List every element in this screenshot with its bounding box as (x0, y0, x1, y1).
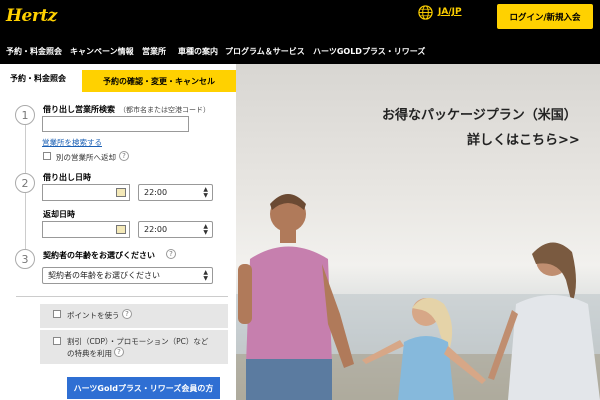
age-select-value: 契約者の年齢をお選びください (48, 271, 160, 280)
discount-label-line1: 割引（CDP）・プロモーション（PC）など (67, 337, 209, 346)
step-connector (25, 193, 26, 249)
return-elsewhere-checkbox[interactable] (43, 152, 51, 160)
tab-reservation-rates[interactable]: 予約・料金照会 (10, 73, 66, 84)
nav-item-reservation[interactable]: 予約・料金照会 (6, 46, 62, 57)
step-3-indicator: 3 (15, 249, 35, 269)
return-time-select[interactable]: 22:00 ▲ ▼ (138, 221, 213, 238)
select-arrows-icon: ▲ ▼ (203, 223, 208, 236)
pickup-date-input[interactable] (42, 184, 130, 201)
main-nav: 予約・料金照会 キャンペーン情報 営業所 車種の案内 プログラム＆サービス ハー… (0, 38, 600, 64)
help-icon[interactable]: ? (166, 249, 176, 259)
use-points-label: ポイントを使う (67, 311, 120, 320)
step-2-indicator: 2 (15, 173, 35, 193)
pickup-location-hint: （都市名または空港コード） (119, 106, 210, 114)
return-time-value: 22:00 (144, 225, 168, 234)
nav-item-programs[interactable]: プログラム＆サービス (225, 46, 305, 57)
calendar-icon[interactable] (116, 225, 126, 234)
return-date-input[interactable] (42, 221, 130, 238)
pickup-location-input[interactable] (42, 116, 189, 132)
login-signup-button[interactable]: ログイン/新規入会 (497, 4, 593, 29)
pickup-location-label: 借り出し営業所検索 （都市名または空港コード） (43, 104, 210, 115)
use-points-checkbox[interactable] (53, 310, 61, 318)
help-icon[interactable]: ? (122, 309, 132, 319)
pickup-time-value: 22:00 (144, 188, 168, 197)
nav-item-locations[interactable]: 営業所 (142, 46, 166, 57)
nav-item-vehicles[interactable]: 車種の案内 (178, 46, 218, 57)
hertz-logo[interactable]: Hertz (6, 6, 57, 26)
discount-label-line2: の特典を利用 (67, 349, 112, 358)
hero-title: お得なパッケージプラン（米国） (382, 108, 577, 123)
calendar-icon[interactable] (116, 188, 126, 197)
discount-checkbox[interactable] (53, 337, 61, 345)
top-bar: Hertz JA/JP ログイン/新規入会 (0, 0, 600, 38)
return-datetime-label: 返却日時 (43, 210, 75, 219)
language-selector[interactable]: JA/JP (438, 7, 462, 17)
select-arrows-icon: ▲ ▼ (203, 269, 208, 282)
hero-details-link[interactable]: 詳しくはこちら>> (467, 129, 580, 148)
age-label: 契約者の年齢をお選びください (43, 251, 155, 260)
step-connector (25, 125, 26, 173)
nav-item-gold-plus-rewards[interactable]: ハーツGOLDプラス・リワーズ (313, 46, 425, 57)
help-icon[interactable]: ? (119, 151, 129, 161)
nav-item-campaigns[interactable]: キャンペーン情報 (70, 46, 134, 57)
step-1-indicator: 1 (15, 105, 35, 125)
globe-icon[interactable] (418, 5, 433, 20)
section-divider (16, 296, 228, 297)
return-elsewhere-label: 別の営業所へ返却 (56, 153, 116, 162)
tab-manage-reservation[interactable]: 予約の確認・変更・キャンセル (82, 70, 236, 92)
pickup-time-select[interactable]: 22:00 ▲ ▼ (138, 184, 213, 201)
pickup-datetime-label: 借り出し日時 (43, 173, 91, 182)
help-icon[interactable]: ? (114, 347, 124, 357)
age-select[interactable]: 契約者の年齢をお選びください ▲ ▼ (42, 267, 213, 284)
options-separator (40, 328, 228, 330)
gold-member-button[interactable]: ハーツGoldプラス・リワーズ会員の方 (67, 377, 220, 399)
search-location-link[interactable]: 営業所を検索する (42, 137, 102, 148)
select-arrows-icon: ▲ ▼ (203, 186, 208, 199)
pickup-location-label-text: 借り出し営業所検索 (43, 105, 115, 114)
